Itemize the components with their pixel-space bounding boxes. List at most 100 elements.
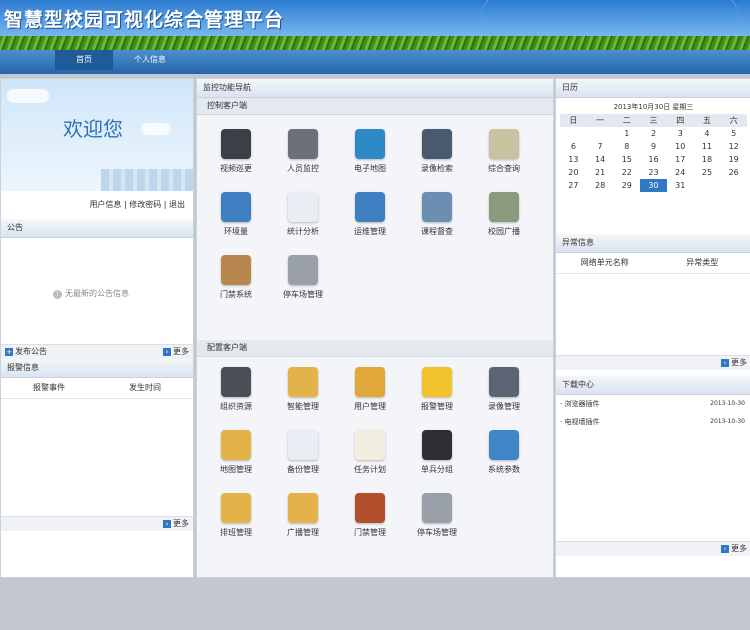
nav-tile[interactable]: 视频巡更	[203, 129, 269, 174]
exception-col-type: 异常类型	[686, 258, 719, 267]
nav-personal-info[interactable]: 个人信息	[120, 50, 180, 70]
nav-tile[interactable]: 停车场管理	[270, 255, 336, 300]
calendar-day[interactable]: 1	[613, 127, 640, 140]
middle-column: 监控功能导航 控制客户端 视频巡更 人员监控 电子地图 录像检索 综合查询 环境量 统计分析…	[196, 78, 554, 578]
calendar-day[interactable]: 24	[667, 166, 694, 179]
nav-tile[interactable]: 环境量	[203, 192, 269, 237]
film-reel-icon	[422, 129, 452, 159]
calendar-day[interactable]: 30	[640, 179, 667, 192]
calendar-day[interactable]: 29	[613, 179, 640, 192]
nav-tile[interactable]: 广播管理	[270, 493, 336, 538]
download-item[interactable]: · 浏览器插件 2013-10-30	[556, 395, 750, 413]
speaker-icon	[489, 192, 519, 222]
calendar-day[interactable]: 13	[560, 153, 587, 166]
nav-tile[interactable]: 门禁管理	[337, 493, 403, 538]
calendar-day[interactable]: 11	[694, 140, 721, 153]
nav-tile[interactable]: 智能管理	[270, 367, 336, 412]
calendar-day[interactable]: 23	[640, 166, 667, 179]
nav-tile[interactable]: 录像检索	[404, 129, 470, 174]
more-icon: ›	[721, 358, 729, 367]
nav-tile-label: 综合查询	[488, 164, 520, 173]
function-nav-header: 监控功能导航	[197, 79, 553, 98]
user-links[interactable]: 用户信息 | 修改密码 | 退出	[1, 191, 193, 219]
nav-tile-label: 校园广播	[488, 227, 520, 236]
nav-home[interactable]: 首页	[55, 50, 113, 70]
download-more-link[interactable]: › 更多	[721, 542, 747, 556]
notice-footer: + 发布公告 › 更多	[1, 344, 193, 359]
nav-tile[interactable]: 课程督查	[404, 192, 470, 237]
calendar-day[interactable]: 5	[720, 127, 747, 140]
nav-tile[interactable]: 地图管理	[203, 430, 269, 475]
nav-tile-label: 运维管理	[354, 227, 386, 236]
nav-tile[interactable]: 门禁系统	[203, 255, 269, 300]
calendar-weekday: 二	[622, 116, 631, 125]
calendar-day[interactable]: 27	[560, 179, 587, 192]
calendar-day[interactable]: 22	[613, 166, 640, 179]
nav-tile[interactable]: 电子地图	[337, 129, 403, 174]
nav-tile[interactable]: 录像管理	[471, 367, 537, 412]
nav-tile-label: 单兵分组	[421, 465, 453, 474]
calendar-day[interactable]: 21	[587, 166, 614, 179]
nav-tile[interactable]: 单兵分组	[404, 430, 470, 475]
nav-tile[interactable]: 人员监控	[270, 129, 336, 174]
nav-tile-label: 停车场管理	[417, 528, 457, 537]
nav-tile[interactable]: 校园广播	[471, 192, 537, 237]
download-item[interactable]: · 电视墙插件 2013-10-30	[556, 413, 750, 431]
nav-tile[interactable]: 任务计划	[337, 430, 403, 475]
nav-tile[interactable]: 停车场管理	[404, 493, 470, 538]
calendar-day[interactable]: 25	[694, 166, 721, 179]
calendar-day[interactable]: 12	[720, 140, 747, 153]
calendar-day[interactable]: 20	[560, 166, 587, 179]
calendar-day[interactable]: 9	[640, 140, 667, 153]
config-section-header: 配置客户端	[197, 340, 553, 357]
nav-tile[interactable]: 报警管理	[404, 367, 470, 412]
webcam-icon	[221, 129, 251, 159]
download-name: · 浏览器插件	[560, 400, 600, 408]
exception-more-link[interactable]: › 更多	[721, 356, 747, 370]
calendar-day[interactable]: 3	[667, 127, 694, 140]
welcome-text: 欢迎您	[63, 117, 123, 141]
calendar-day[interactable]: 18	[694, 153, 721, 166]
nav-tile[interactable]: 用户管理	[337, 367, 403, 412]
calendar-day[interactable]: 10	[667, 140, 694, 153]
download-header: 下载中心	[556, 376, 750, 395]
notice-empty-text: 无最新的公告信息	[65, 289, 129, 298]
calendar-day[interactable]: 4	[694, 127, 721, 140]
skyline-illustration	[101, 169, 193, 191]
calendar-day[interactable]: 14	[587, 153, 614, 166]
nav-tile[interactable]: 系统参数	[471, 430, 537, 475]
nav-tile[interactable]: 备份管理	[270, 430, 336, 475]
calendar-day[interactable]: 2	[640, 127, 667, 140]
app-header: 智慧型校园可视化综合管理平台	[0, 0, 750, 50]
publish-icon: +	[5, 347, 13, 356]
download-date: 2013-10-30	[710, 418, 745, 425]
notice-more-link[interactable]: › 更多	[163, 345, 189, 359]
more-icon: ›	[163, 519, 171, 528]
calendar-day[interactable]: 16	[640, 153, 667, 166]
nav-tile-label: 地图管理	[220, 465, 252, 474]
cloud-shape	[7, 89, 49, 103]
calendar-weekday: 一	[596, 116, 605, 125]
nav-tile[interactable]: 组织资源	[203, 367, 269, 412]
nav-tile[interactable]: 排班管理	[203, 493, 269, 538]
publish-notice-link[interactable]: + 发布公告	[5, 345, 47, 359]
nav-tile[interactable]: 统计分析	[270, 192, 336, 237]
calendar-day[interactable]: 19	[720, 153, 747, 166]
warning-icon	[422, 367, 452, 397]
alarm-col-event: 报警事件	[33, 383, 65, 392]
calendar-day[interactable]: 28	[587, 179, 614, 192]
folder-globe-icon	[221, 430, 251, 460]
calendar-day[interactable]: 15	[613, 153, 640, 166]
calendar-day[interactable]: 8	[613, 140, 640, 153]
nav-tile-label: 门禁系统	[220, 290, 252, 299]
calendar-day[interactable]: 26	[720, 166, 747, 179]
alarm-more-link[interactable]: › 更多	[163, 517, 189, 531]
calendar-day[interactable]: 7	[587, 140, 614, 153]
nav-tile[interactable]: 综合查询	[471, 129, 537, 174]
door-icon	[355, 493, 385, 523]
calendar-day[interactable]: 17	[667, 153, 694, 166]
calendar-day[interactable]: 31	[667, 179, 694, 192]
user-icon	[355, 367, 385, 397]
calendar-day[interactable]: 6	[560, 140, 587, 153]
nav-tile[interactable]: 运维管理	[337, 192, 403, 237]
